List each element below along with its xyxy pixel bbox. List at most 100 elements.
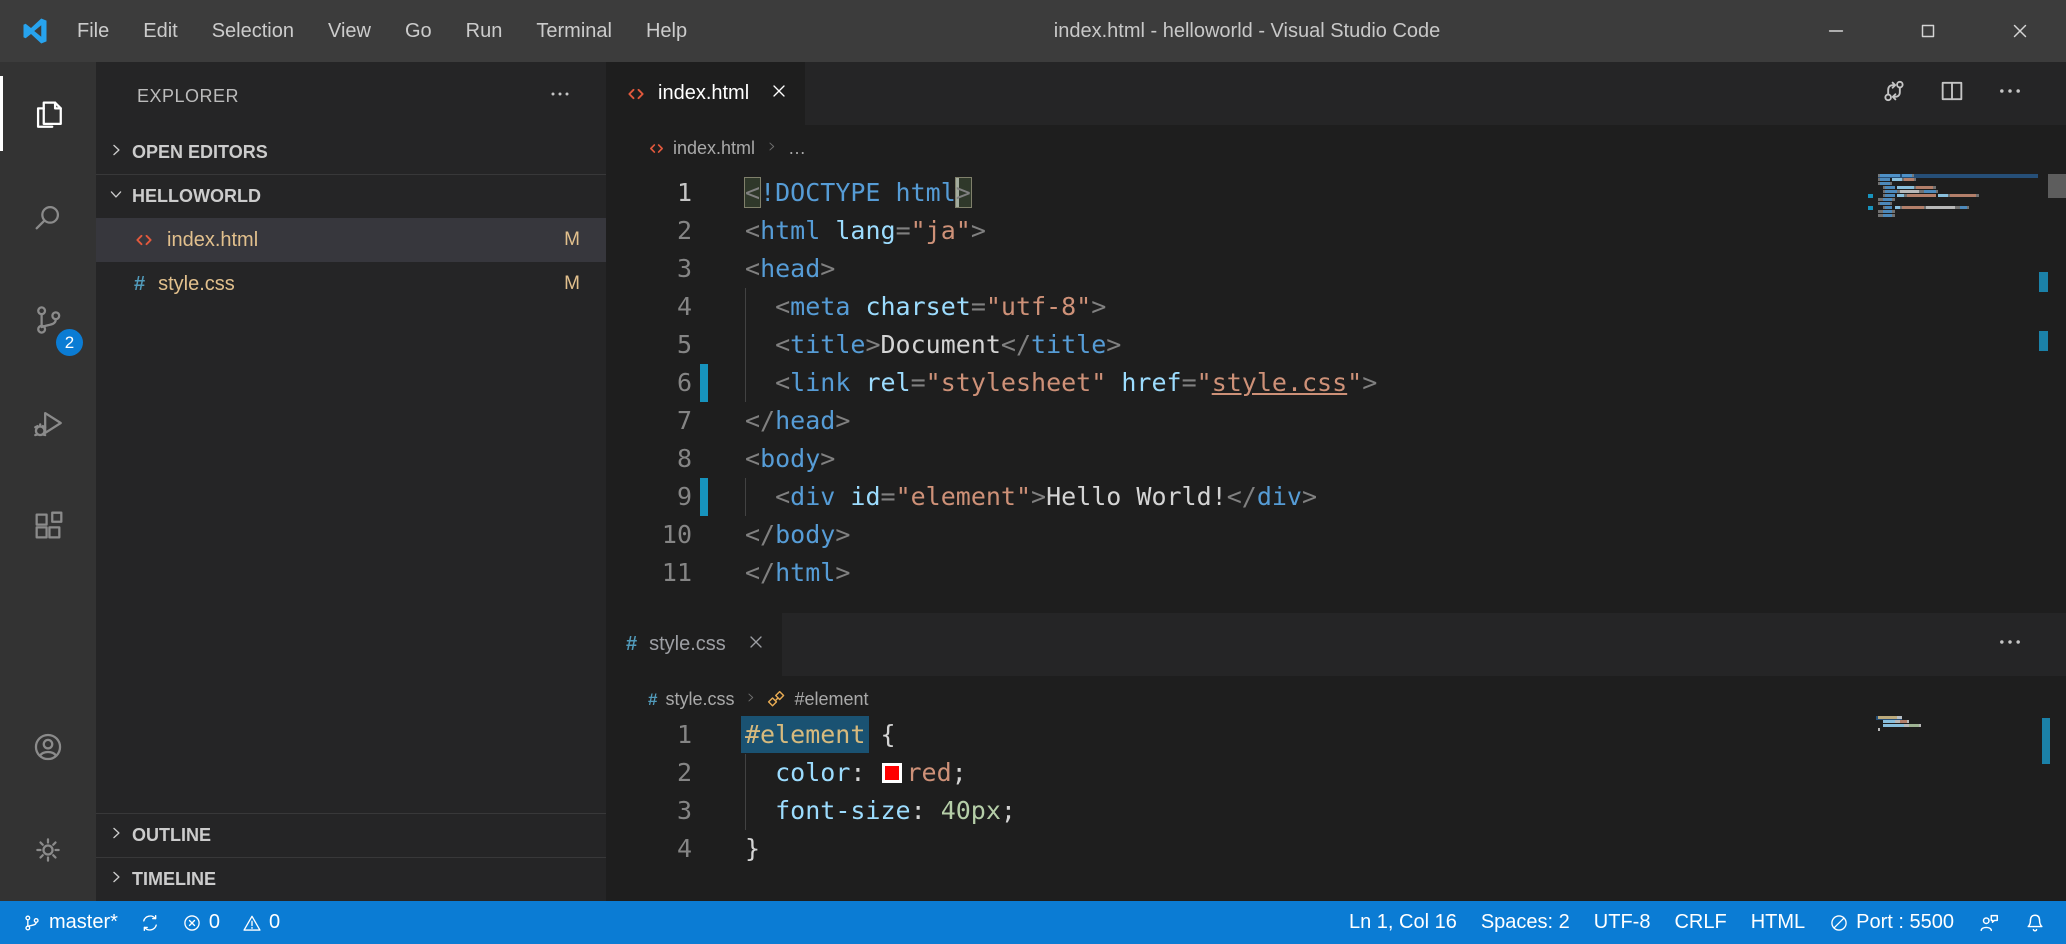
code-line[interactable]: 8<body> — [606, 440, 2066, 478]
code-text: color: red; — [745, 754, 967, 792]
minimap-token — [1883, 720, 1895, 723]
chevron-right-icon — [106, 867, 126, 892]
status-html[interactable]: HTML — [1751, 911, 1805, 934]
status-utf-8[interactable]: UTF-8 — [1594, 911, 1651, 934]
code-token: rel — [865, 368, 910, 397]
outline-section[interactable]: OUTLINE — [96, 813, 606, 857]
overview-ruler-highlight-mark — [2042, 718, 2050, 764]
minimap-token — [1900, 190, 1919, 193]
code-text: <!DOCTYPE html> — [745, 174, 971, 212]
code-token — [745, 796, 775, 825]
minimap-token — [1926, 206, 1955, 209]
code-token — [745, 368, 775, 397]
file-item-style.css[interactable]: #style.cssM — [96, 262, 606, 306]
more-button[interactable] — [1996, 77, 2024, 110]
close-window-button[interactable] — [1974, 0, 2066, 62]
code-line[interactable]: 7</head> — [606, 402, 2066, 440]
explorer-more-actions-button[interactable] — [548, 82, 572, 111]
minimap[interactable] — [1878, 174, 2038, 218]
breadcrumb-item[interactable]: … — [788, 138, 806, 159]
tab-close-button[interactable] — [746, 632, 766, 658]
activity-run-and-debug-button[interactable] — [0, 371, 96, 474]
status-label: HTML — [1751, 911, 1805, 934]
code-token: = — [971, 292, 986, 321]
open-changes-button[interactable] — [1880, 77, 1908, 110]
minimap[interactable] — [1878, 716, 2038, 732]
tab-label: index.html — [658, 82, 749, 105]
code-line[interactable]: 5 <title>Document</title> — [606, 326, 2066, 364]
code-line[interactable]: 4 <meta charset="utf-8"> — [606, 288, 2066, 326]
menu-item-view[interactable]: View — [311, 0, 388, 62]
status-master[interactable]: master* — [22, 911, 118, 934]
code-line[interactable]: 9 <div id="element">Hello World!</div> — [606, 478, 2066, 516]
code-line[interactable]: 11</html> — [606, 554, 2066, 592]
activity-source-control-button[interactable]: 2 — [0, 268, 96, 371]
menu-item-selection[interactable]: Selection — [195, 0, 311, 62]
overview-ruler-modified-mark — [2039, 272, 2048, 292]
more-button[interactable] — [1996, 628, 2024, 661]
code-line[interactable]: 1<!DOCTYPE html> — [606, 174, 2066, 212]
split-editor-button[interactable] — [1938, 77, 1966, 110]
code-line[interactable]: 3<head> — [606, 250, 2066, 288]
activity-search-button[interactable] — [0, 165, 96, 268]
close-icon — [769, 81, 789, 101]
folder-helloworld-section[interactable]: HELLOWORLD — [96, 174, 606, 218]
html-file-icon — [626, 84, 646, 104]
menu-item-go[interactable]: Go — [388, 0, 449, 62]
status-crlf[interactable]: CRLF — [1674, 911, 1726, 934]
activity-bar: 2 — [0, 62, 96, 901]
file-item-index.html[interactable]: index.htmlM — [96, 218, 606, 262]
css-file-icon: # — [626, 633, 637, 656]
code-line[interactable]: 2<html lang="ja"> — [606, 212, 2066, 250]
timeline-section[interactable]: TIMELINE — [96, 857, 606, 901]
code-line[interactable]: 4} — [606, 830, 2066, 868]
breadcrumb-item[interactable]: index.html — [648, 138, 755, 159]
menu-item-file[interactable]: File — [60, 0, 126, 62]
menu-item-help[interactable]: Help — [629, 0, 704, 62]
minimize-window-button[interactable] — [1790, 0, 1882, 62]
breadcrumb-item[interactable]: #element — [767, 689, 868, 710]
code-editor[interactable]: 1#element {2 color: red;3 font-size: 40p… — [606, 716, 2066, 868]
status-port-5500[interactable]: Port : 5500 — [1829, 911, 1954, 934]
breadcrumb-label: style.css — [665, 689, 734, 710]
code-line[interactable]: 3 font-size: 40px; — [606, 792, 2066, 830]
code-line[interactable]: 6 <link rel="stylesheet" href="style.css… — [606, 364, 2066, 402]
code-line[interactable]: 1#element { — [606, 716, 2066, 754]
status-feedback[interactable] — [1978, 912, 2000, 934]
status-sync[interactable] — [140, 913, 160, 933]
code-token: > — [835, 558, 850, 587]
menu-item-run[interactable]: Run — [449, 0, 520, 62]
code-token: > — [1091, 292, 1106, 321]
status-0[interactable]: 0 — [182, 911, 220, 934]
open-editors-section[interactable]: OPEN EDITORS — [96, 130, 606, 174]
status-spaces-2[interactable]: Spaces: 2 — [1481, 911, 1570, 934]
vscode-logo-icon — [20, 16, 50, 46]
status-bell[interactable] — [2024, 912, 2046, 934]
menu-item-edit[interactable]: Edit — [126, 0, 194, 62]
maximize-window-button[interactable] — [1882, 0, 1974, 62]
code-editor[interactable]: 1<!DOCTYPE html>2<html lang="ja">3<head>… — [606, 174, 2066, 592]
modified-badge: M — [564, 229, 580, 251]
activity-accounts-button[interactable] — [0, 695, 96, 798]
status-label: Ln 1, Col 16 — [1349, 911, 1457, 934]
menu-item-terminal[interactable]: Terminal — [519, 0, 629, 62]
code-line[interactable]: 10</body> — [606, 516, 2066, 554]
status-0[interactable]: 0 — [242, 911, 280, 934]
color-swatch[interactable] — [882, 763, 902, 783]
code-line[interactable]: 2 color: red; — [606, 754, 2066, 792]
activity-explorer-button[interactable] — [0, 62, 96, 165]
code-text: <div id="element">Hello World!</div> — [745, 478, 1317, 516]
tab-close-button[interactable] — [769, 81, 789, 107]
minimap-modified-marker — [1868, 206, 1873, 210]
minimap-line — [1878, 214, 2038, 218]
activity-extensions-button[interactable] — [0, 474, 96, 577]
tab-style.css[interactable]: #style.css — [606, 613, 782, 676]
title-bar: FileEditSelectionViewGoRunTerminalHelp i… — [0, 0, 2066, 62]
breadcrumb-item[interactable]: #style.css — [648, 689, 734, 710]
tab-index.html[interactable]: index.html — [606, 62, 805, 125]
status-ln-1-col-16[interactable]: Ln 1, Col 16 — [1349, 911, 1457, 934]
code-text: <title>Document</title> — [745, 326, 1121, 364]
code-token: id — [850, 482, 880, 511]
scrollbar-thumb[interactable] — [2048, 174, 2066, 198]
activity-settings-button[interactable] — [0, 798, 96, 901]
